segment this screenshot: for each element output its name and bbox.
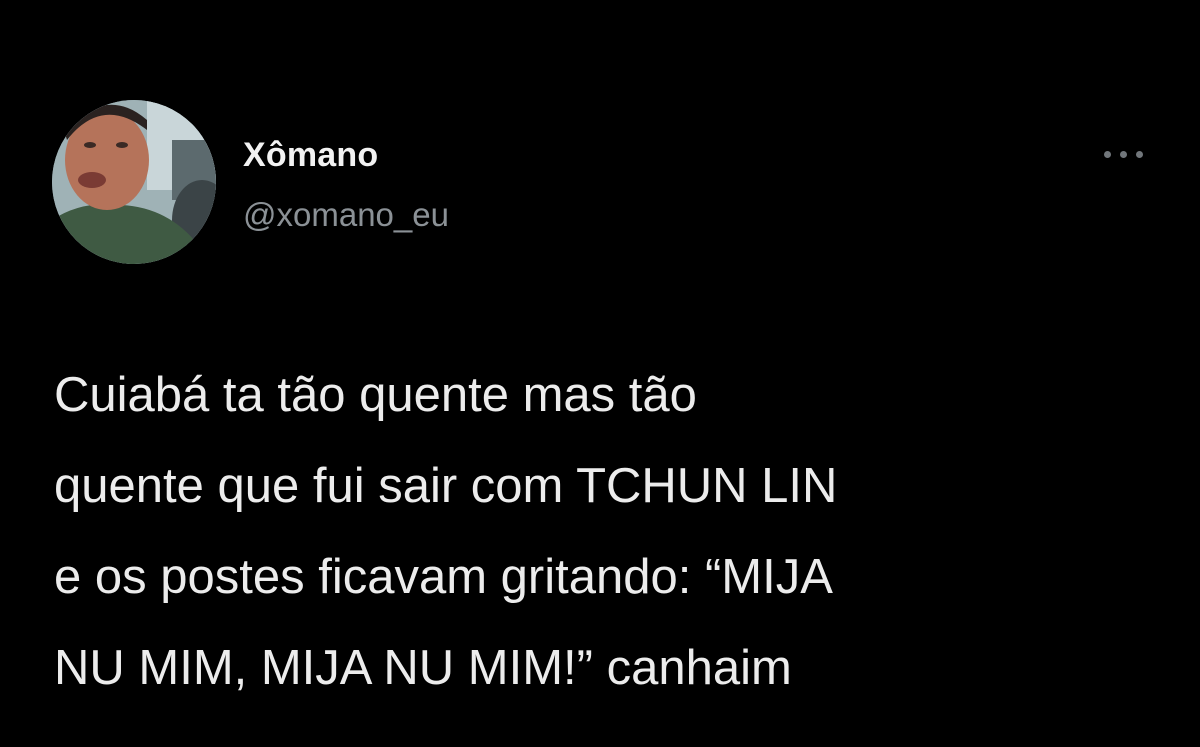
tweet-text-line: e os postes ficavam gritando: “MIJA: [54, 550, 833, 604]
author-handle[interactable]: @xomano_eu: [243, 196, 449, 234]
tweet-text-line: NU MIM, MIJA NU MIM!” canhaim: [54, 641, 792, 695]
tweet-text: Cuiabá ta tão quente mas tão quente que …: [54, 350, 1164, 714]
avatar-photo-icon: [52, 100, 216, 264]
author-avatar[interactable]: [52, 100, 216, 264]
more-options-button[interactable]: [1096, 136, 1152, 172]
tweet-text-line: quente que fui sair com TCHUN LIN: [54, 459, 838, 513]
tweet-card: Xômano @xomano_eu Cuiabá ta tão quente m…: [0, 0, 1200, 747]
author-display-name[interactable]: Xômano: [243, 136, 378, 175]
tweet-text-line: Cuiabá ta tão quente mas tão: [54, 368, 697, 422]
